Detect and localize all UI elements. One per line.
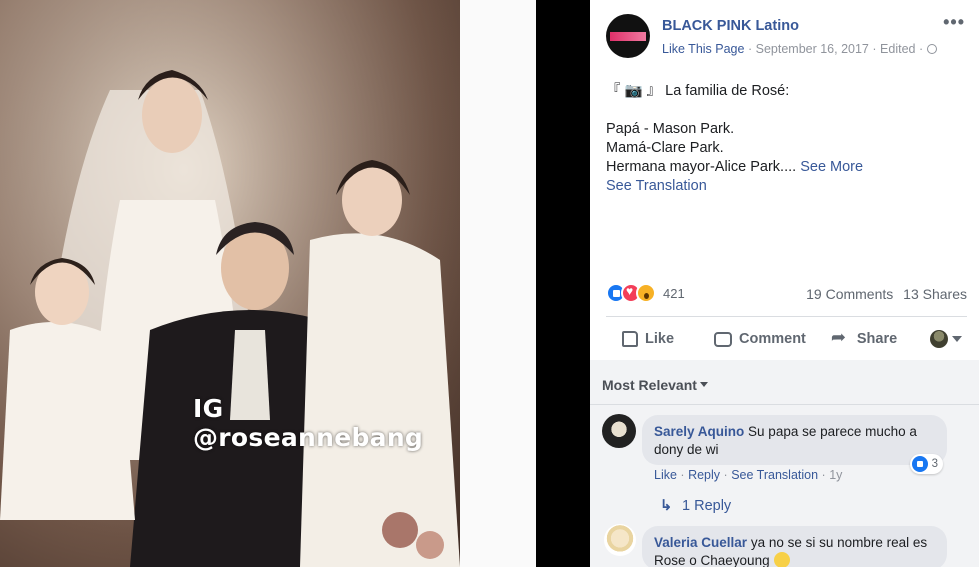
see-more-link[interactable]: See More: [800, 159, 863, 175]
post-text-line: Mamá-Clare Park.: [606, 140, 724, 156]
laughing-emoji-icon: [773, 552, 790, 567]
post-text-line: 『 📷 』 La familia de Rosé:: [606, 83, 790, 99]
dot-separator: ·: [723, 468, 728, 482]
comment-reactions[interactable]: 3: [909, 454, 943, 474]
comment-reaction-count: 3: [931, 458, 938, 470]
post-text-fragment: Hermana mayor-Alice Park....: [606, 159, 797, 175]
photo-watermark: IG @roseannebang: [193, 394, 424, 452]
page-avatar[interactable]: [606, 14, 650, 58]
chevron-down-icon[interactable]: [952, 336, 962, 342]
replies-label: 1 Reply: [682, 498, 732, 514]
comment-icon: [714, 331, 733, 347]
post-text-blank: [606, 101, 966, 120]
photo-margin: [460, 0, 536, 567]
meta-separator: ·: [747, 42, 753, 56]
reply-arrow-icon: ↳: [660, 498, 673, 514]
share-icon: [831, 327, 850, 348]
comment-time[interactable]: 1y: [829, 468, 842, 482]
comment-author-link[interactable]: Valeria Cuellar: [654, 535, 747, 550]
comment-actions: Like · Reply · See Translation · 1y: [654, 468, 842, 482]
comment-bubble: Sarely Aquino Su papa se parece mucho a …: [642, 415, 947, 474]
post-actions: Like Comment Share: [606, 320, 966, 358]
thumbs-up-icon: [622, 331, 638, 347]
comment-button[interactable]: Comment: [714, 331, 806, 347]
globe-icon: [926, 44, 937, 54]
commenter-avatar[interactable]: [602, 414, 636, 448]
more-options-icon[interactable]: •••: [943, 12, 965, 33]
post-text-line-last: Hermana mayor-Alice Park.... See More: [606, 158, 966, 177]
commenter-avatar[interactable]: [604, 524, 636, 556]
like-label: Like: [645, 331, 675, 347]
comment-reply-link[interactable]: Reply: [688, 468, 720, 482]
comment-label: Comment: [739, 331, 806, 347]
comments-count-link[interactable]: 19 Comments: [806, 286, 893, 302]
reactions-summary[interactable]: 421: [606, 282, 685, 304]
like-page-link[interactable]: Like This Page: [662, 42, 744, 56]
photo-viewer: IG @roseannebang: [0, 0, 536, 567]
post-date[interactable]: September 16, 2017: [756, 42, 869, 56]
divider: [590, 404, 979, 405]
comment-sort-dropdown[interactable]: Most Relevant: [602, 377, 708, 393]
comment-sort-label: Most Relevant: [602, 377, 697, 393]
like-button[interactable]: Like: [622, 331, 674, 347]
engagement-counts: 19 Comments 13 Shares: [806, 286, 967, 302]
shares-count-link[interactable]: 13 Shares: [903, 286, 967, 302]
avatar-logo-bar: [610, 32, 646, 41]
post-text-line: Papá - Mason Park.: [606, 121, 735, 137]
share-label: Share: [856, 331, 898, 347]
caret-down-icon: [699, 382, 708, 387]
post-meta: Like This Page · September 16, 2017 · Ed…: [662, 42, 937, 56]
meta-separator: ·: [872, 42, 877, 56]
dot-separator: ·: [821, 468, 826, 482]
post-panel: BLACK PINK Latino Like This Page · Septe…: [590, 0, 979, 567]
family-photo[interactable]: IG @roseannebang: [0, 0, 460, 567]
edited-link[interactable]: Edited: [880, 42, 915, 56]
share-button[interactable]: Share: [831, 327, 898, 348]
meta-separator: ·: [918, 42, 924, 56]
dot-separator: ·: [680, 468, 685, 482]
comment-see-translation-link[interactable]: See Translation: [731, 468, 818, 482]
like-reaction-icon: [911, 456, 928, 472]
comment-like-link[interactable]: Like: [654, 468, 677, 482]
see-translation-link[interactable]: See Translation: [606, 177, 966, 196]
photo-illustration: [0, 0, 460, 567]
comments-section: Most Relevant Sarely Aquino Su papa se p…: [590, 360, 979, 567]
page-name-link[interactable]: BLACK PINK Latino: [662, 18, 799, 34]
viewer-avatar[interactable]: [930, 330, 948, 348]
wow-reaction-icon: [636, 283, 656, 303]
divider: [606, 316, 967, 317]
comment-author-link[interactable]: Sarely Aquino: [654, 424, 744, 439]
post-text: 『 📷 』 La familia de Rosé: Papá - Mason P…: [606, 82, 966, 196]
reaction-count: 421: [663, 285, 685, 301]
view-replies-link[interactable]: ↳ 1 Reply: [660, 498, 731, 514]
comment-bubble: Valeria Cuellar ya no se si su nombre re…: [642, 526, 947, 567]
